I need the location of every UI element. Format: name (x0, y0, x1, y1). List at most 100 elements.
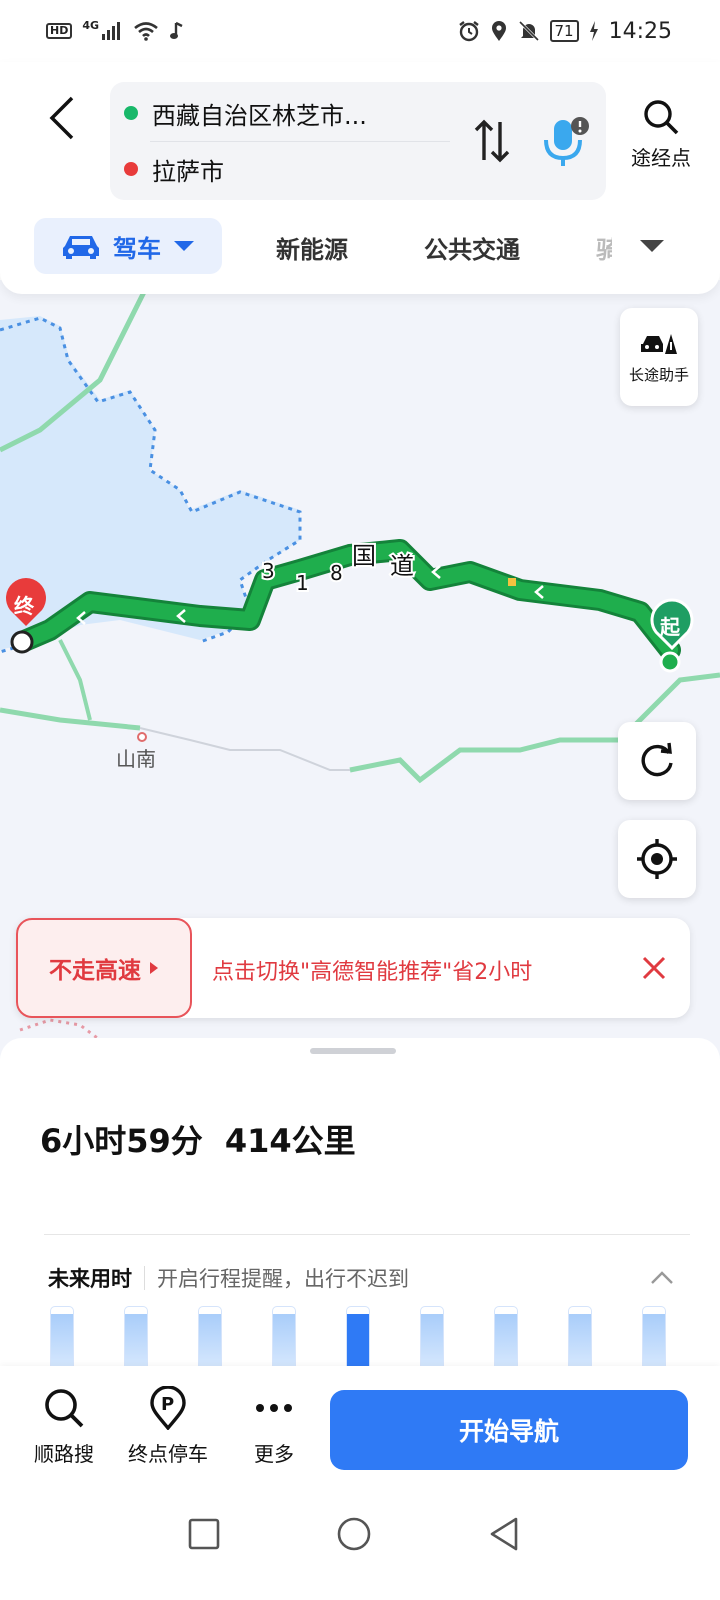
more-dots-icon (256, 1404, 292, 1412)
future-time-bar[interactable] (124, 1306, 148, 1370)
swap-icon[interactable] (472, 116, 512, 166)
minor-road (139, 727, 350, 771)
more-modes-chevron-icon[interactable] (636, 236, 668, 256)
future-time-bar-fill (421, 1313, 443, 1370)
battery-level: 71 (549, 20, 579, 42)
future-time-bar[interactable] (420, 1306, 444, 1370)
destination-dot (124, 162, 138, 176)
recommend-message[interactable]: 点击切换"高德智能推荐"省2小时 (212, 954, 532, 986)
tab-new-energy[interactable]: 新能源 (276, 230, 348, 265)
tab-drive[interactable]: 驾车 (34, 218, 222, 274)
future-time-hint: 开启行程提醒，出行不迟到 (157, 1267, 409, 1291)
highway-3 (58, 639, 92, 721)
refresh-route-button[interactable] (618, 722, 696, 800)
future-time-bar[interactable] (50, 1306, 74, 1370)
future-time-row[interactable]: 未来用时 开启行程提醒，出行不迟到 (48, 1260, 688, 1296)
future-time-bars (50, 1306, 680, 1370)
future-time-bar[interactable] (346, 1306, 370, 1370)
origin-field[interactable]: 西藏自治区林芝市... (110, 84, 450, 142)
tab-cycling[interactable]: 骑 (596, 230, 612, 265)
future-time-bar-fill (125, 1313, 147, 1370)
future-time-bar-fill (643, 1313, 665, 1370)
search-icon (644, 100, 679, 135)
pink-road (19, 1018, 101, 1042)
app-notification-icon (170, 21, 183, 39)
tab-drive-label: 驾车 (113, 234, 161, 263)
long-trip-label: 长途助手 (628, 365, 689, 384)
future-time-bar-fill (495, 1313, 517, 1370)
home-icon[interactable] (334, 1514, 374, 1554)
battery-indicator: 71 (549, 20, 579, 42)
clock: 14:25 (608, 18, 672, 44)
waypoint-label: 途经点 (631, 146, 691, 170)
search-along-button[interactable]: 顺路搜 (34, 1386, 94, 1467)
route-summary-sheet: 6小时59分 414公里 未来用时 开启行程提醒，出行不迟到 (0, 1038, 720, 1370)
future-time-bar[interactable] (568, 1306, 592, 1370)
locate-me-button[interactable] (618, 820, 696, 898)
back-triangle-icon[interactable] (484, 1514, 524, 1554)
future-time-bar[interactable] (494, 1306, 518, 1370)
charging-icon (589, 21, 598, 41)
start-marker-label: 起 (659, 615, 681, 639)
origin-dot (124, 106, 138, 120)
start-point (659, 651, 681, 673)
recent-apps-icon[interactable] (184, 1514, 224, 1554)
location-icon (491, 21, 506, 41)
highway-2 (0, 707, 141, 731)
future-time-bar-fill (199, 1313, 221, 1370)
route-duration: 6小时59分 (40, 1122, 203, 1160)
status-left: HD 4G (46, 19, 185, 41)
parking-label: 终点停车 (128, 1442, 208, 1466)
destination-field[interactable]: 拉萨市 (110, 140, 450, 198)
route-distance: 414公里 (224, 1122, 356, 1160)
route-summary: 6小时59分 414公里 (40, 1116, 356, 1162)
close-icon[interactable] (638, 952, 670, 984)
future-time-bar[interactable] (272, 1306, 296, 1370)
place-dot (137, 732, 147, 742)
search-icon (45, 1389, 84, 1428)
waypoint-button[interactable]: 途经点 (618, 98, 704, 171)
wifi-icon (134, 22, 158, 41)
destination-parking-button[interactable]: P 终点停车 (128, 1386, 208, 1467)
hd-badge: HD (46, 23, 73, 39)
back-arrow-icon (49, 96, 74, 140)
avoid-highway-button[interactable]: 不走高速 (16, 918, 192, 1018)
status-right: 71 14:25 (458, 18, 672, 44)
alarm-icon (458, 21, 479, 42)
crosshair-icon (637, 839, 677, 879)
voice-assistant-icon[interactable] (536, 114, 592, 170)
chevron-up-icon[interactable] (650, 1268, 674, 1288)
route-inputs: 西藏自治区林芝市... 拉萨市 (110, 82, 606, 200)
tab-public-transit[interactable]: 公共交通 (424, 230, 520, 265)
svg-text:P: P (161, 1394, 174, 1415)
future-separator (144, 1266, 145, 1290)
road-label-char: 国 (352, 542, 376, 570)
avoid-highway-label: 不走高速 (49, 958, 141, 984)
more-button[interactable]: 更多 (252, 1386, 296, 1467)
slow-traffic-segment (508, 578, 516, 586)
future-time-bar-fill (347, 1313, 369, 1370)
sheet-divider (44, 1234, 690, 1235)
long-trip-assistant-button[interactable]: 长途助手 (620, 308, 698, 406)
start-navigation-button[interactable]: 开始导航 (330, 1390, 688, 1470)
search-along-label: 顺路搜 (34, 1442, 94, 1466)
transport-mode-tabs: 驾车 新能源 公共交通 骑 (0, 216, 720, 278)
bottom-action-bar: 顺路搜 P 终点停车 更多 开始导航 (0, 1366, 720, 1488)
future-time-bar[interactable] (198, 1306, 222, 1370)
origin-text: 西藏自治区林芝市... (152, 101, 367, 130)
car-icon (63, 236, 99, 259)
chevron-right-icon (150, 962, 158, 974)
end-point (10, 630, 34, 654)
drag-handle[interactable] (310, 1048, 396, 1054)
road-label-char: 8 (330, 561, 343, 585)
road-label-char: 3 (262, 559, 275, 583)
back-button[interactable] (42, 90, 82, 146)
signal-icon (102, 22, 121, 40)
future-time-bar[interactable] (642, 1306, 666, 1370)
avoid-highway-banner: 不走高速 点击切换"高德智能推荐"省2小时 (16, 918, 690, 1018)
future-time-bar-fill (273, 1313, 295, 1370)
parking-pin-icon: P (150, 1386, 186, 1430)
status-bar: HD 4G 71 14:25 (0, 0, 720, 62)
future-time-bar-fill (569, 1313, 591, 1370)
road-label-char: 道 (390, 552, 414, 580)
